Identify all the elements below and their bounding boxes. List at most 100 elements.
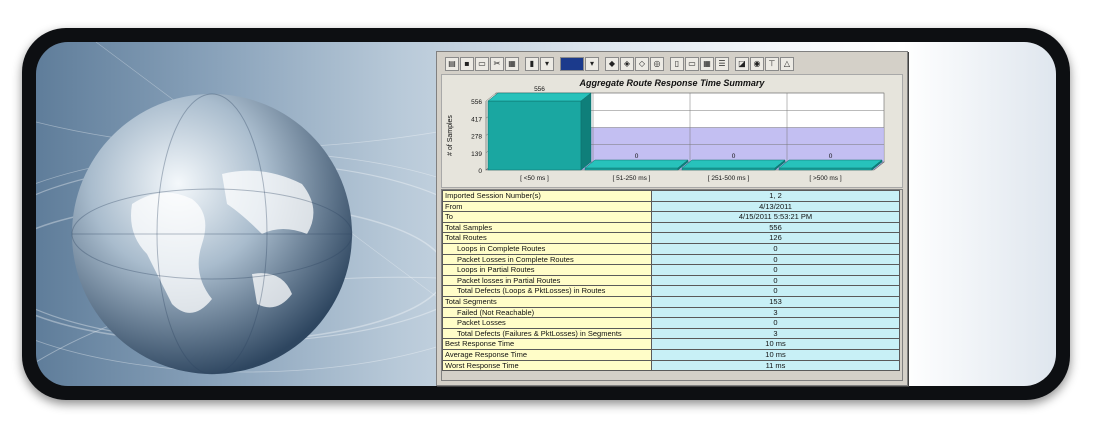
y-tick-label: 0 — [478, 168, 482, 175]
three-d-icon[interactable]: ◪ — [735, 57, 749, 71]
x-tick-label: [ 51-250 ms ] — [613, 175, 651, 182]
table-row: Total Routes 126 — [442, 232, 900, 244]
y-axis-label: # of Samples — [447, 115, 454, 156]
color-bar-icon[interactable] — [560, 57, 584, 71]
table-row: Imported Session Number(s) 1, 2 — [442, 190, 900, 202]
zoom-icon[interactable]: ◎ — [650, 57, 664, 71]
table-row: Loops in Partial Routes 0 — [442, 264, 900, 276]
row-label: Packet Losses — [442, 317, 652, 329]
row-value: 10 ms — [651, 348, 900, 361]
row-label: To — [442, 211, 652, 223]
table-row: Best Response Time 10 ms — [442, 338, 900, 350]
chart-panel: Aggregate Route Response Time Summary 01… — [441, 74, 903, 188]
y-tick-label: 139 — [471, 151, 482, 158]
tools-icon[interactable]: ⊤ — [765, 57, 779, 71]
bar — [681, 167, 776, 171]
x-tick-label: [ <50 ms ] — [520, 175, 549, 182]
grid-icon[interactable]: ▦ — [700, 57, 714, 71]
table-row: Packet Losses in Complete Routes 0 — [442, 253, 900, 266]
cut-icon[interactable]: ✂ — [490, 57, 504, 71]
bar-chart: 0 139 278 417 556 # of Samples 556 [ <50 ms ] 0 [… — [447, 86, 885, 182]
open-icon[interactable]: ▤ — [445, 57, 459, 71]
report-window: ▤ ▪ ▭ ✂ ▦ ▮ ▾ ▾ ◆ ◈ ◇ ◎ ▯ ▭ ▦ ☰ ◪ ◉ ⊤ △ … — [436, 51, 908, 386]
triangle-chart-icon[interactable]: △ — [780, 57, 794, 71]
save-icon[interactable]: ▪ — [460, 57, 474, 71]
globe-image — [71, 93, 353, 375]
y-tick-label: 278 — [471, 134, 482, 141]
print-preview-icon[interactable]: ▭ — [475, 57, 489, 71]
row-label: From — [442, 200, 652, 213]
table-row: Total Defects (Loops & PktLosses) in Rou… — [442, 285, 900, 297]
row-value: 1, 2 — [651, 190, 900, 202]
table-row: To 4/15/2011 5:53:21 PM — [442, 211, 900, 223]
row-value: 11 ms — [651, 359, 900, 372]
document-icon[interactable]: ▯ — [670, 57, 684, 71]
table-row: Loops in Complete Routes 0 — [442, 242, 900, 255]
row-label: Total Samples — [442, 221, 652, 234]
row-label: Loops in Partial Routes — [442, 264, 652, 276]
dropdown-arrow-icon[interactable]: ▾ — [540, 57, 554, 71]
bar-top — [681, 159, 786, 169]
network-icon[interactable]: ◈ — [620, 57, 634, 71]
bar-top — [584, 159, 689, 169]
bar — [778, 167, 873, 171]
row-value: 10 ms — [651, 338, 900, 350]
filter-icon[interactable]: ◇ — [635, 57, 649, 71]
row-label: Best Response Time — [442, 338, 652, 350]
row-value: 4/13/2011 — [651, 200, 900, 213]
table-row: Total Defects (Failures & PktLosses) in … — [442, 327, 900, 340]
table-row: Total Segments 153 — [442, 295, 900, 308]
row-label: Packet losses in Partial Routes — [442, 274, 652, 287]
bar-top — [778, 159, 883, 169]
row-value: 0 — [651, 285, 900, 297]
row-value: 0 — [651, 264, 900, 276]
list-icon[interactable]: ☰ — [715, 57, 729, 71]
bar-side — [580, 92, 592, 171]
row-label: Total Defects (Loops & PktLosses) in Rou… — [442, 285, 652, 297]
chart-type-icon[interactable]: ▮ — [525, 57, 539, 71]
row-value: 3 — [651, 327, 900, 340]
row-label: Imported Session Number(s) — [442, 190, 652, 202]
x-tick-label: [ >500 ms ] — [809, 175, 842, 182]
data-label: 556 — [534, 86, 545, 93]
row-label: Loops in Complete Routes — [442, 242, 652, 255]
car-icon[interactable]: ◆ — [605, 57, 619, 71]
print-icon[interactable]: ▦ — [505, 57, 519, 71]
data-label: 0 — [635, 153, 639, 160]
y-tick-label: 417 — [471, 116, 482, 123]
row-value: 3 — [651, 306, 900, 319]
row-value: 153 — [651, 295, 900, 308]
table-row: Failed (Not Reachable) 3 — [442, 306, 900, 319]
summary-table-panel: Imported Session Number(s) 1, 2 From 4/13/2… — [441, 189, 903, 381]
data-label: 0 — [829, 153, 833, 160]
row-label: Average Response Time — [442, 348, 652, 361]
row-value: 4/15/2011 5:53:21 PM — [651, 211, 900, 223]
bar-top — [487, 92, 592, 102]
row-value: 0 — [651, 317, 900, 329]
find-icon[interactable]: ◉ — [750, 57, 764, 71]
toolbar: ▤ ▪ ▭ ✂ ▦ ▮ ▾ ▾ ◆ ◈ ◇ ◎ ▯ ▭ ▦ ☰ ◪ ◉ ⊤ △ — [439, 55, 905, 73]
table-row: Packet losses in Partial Routes 0 — [442, 274, 900, 287]
row-label: Total Defects (Failures & PktLosses) in … — [442, 327, 652, 340]
row-value: 0 — [651, 242, 900, 255]
row-value: 0 — [651, 253, 900, 266]
row-label: Failed (Not Reachable) — [442, 306, 652, 319]
table-row: Total Samples 556 — [442, 221, 900, 234]
table-row: From 4/13/2011 — [442, 200, 900, 213]
table-row: Worst Response Time 11 ms — [442, 359, 900, 372]
row-value: 0 — [651, 274, 900, 287]
bar — [584, 167, 679, 171]
row-label: Packet Losses in Complete Routes — [442, 253, 652, 266]
table-row: Packet Losses 0 — [442, 317, 900, 329]
x-tick-label: [ 251-500 ms ] — [708, 175, 750, 182]
copy-icon[interactable]: ▭ — [685, 57, 699, 71]
data-label: 0 — [732, 153, 736, 160]
summary-table: Imported Session Number(s) 1, 2 From 4/13/2… — [442, 190, 900, 372]
dropdown-arrow-icon[interactable]: ▾ — [585, 57, 599, 71]
y-tick-label: 556 — [471, 99, 482, 106]
bar — [487, 100, 582, 171]
row-label: Total Routes — [442, 232, 652, 244]
row-value: 556 — [651, 221, 900, 234]
row-label: Total Segments — [442, 295, 652, 308]
row-value: 126 — [651, 232, 900, 244]
